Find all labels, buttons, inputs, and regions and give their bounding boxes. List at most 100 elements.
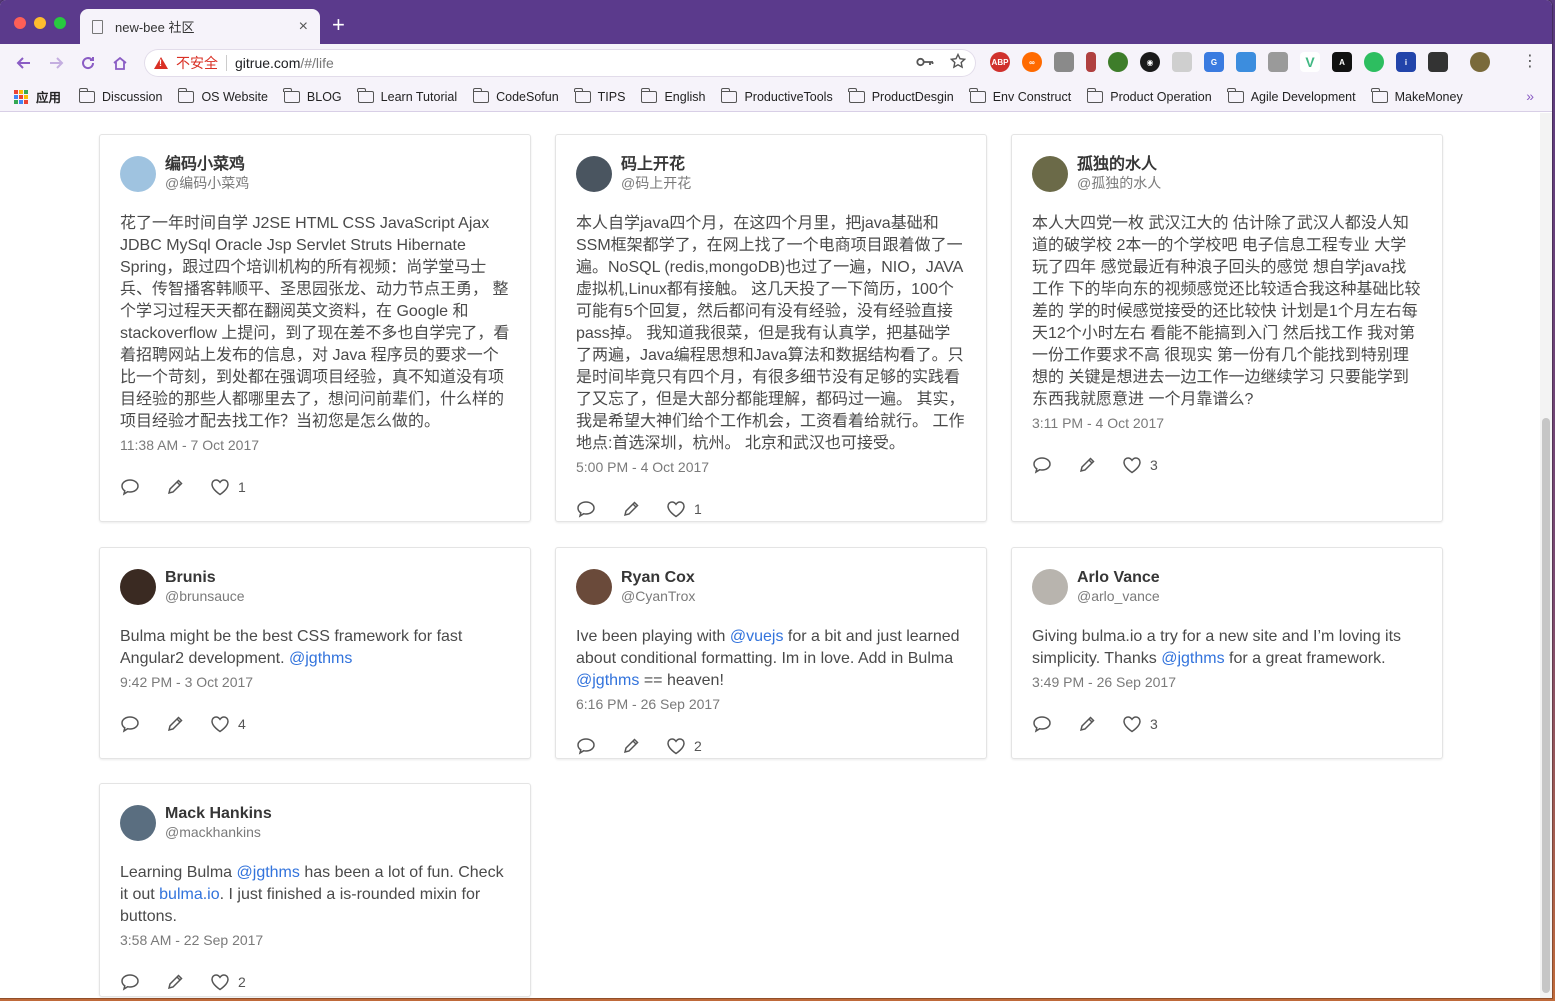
- avatar[interactable]: [576, 156, 612, 192]
- author-name[interactable]: 编码小菜鸡: [165, 155, 249, 174]
- bookmark-folder[interactable]: TIPS: [574, 87, 625, 104]
- reply-icon[interactable]: [576, 736, 596, 756]
- forward-button[interactable]: [40, 47, 72, 79]
- key-icon[interactable]: [916, 55, 934, 72]
- evernote-icon[interactable]: [1364, 52, 1384, 72]
- abp-icon[interactable]: ABP: [990, 52, 1010, 72]
- author-handle[interactable]: @brunsauce: [165, 587, 245, 605]
- avatar[interactable]: [120, 805, 156, 841]
- author-handle[interactable]: @编码小菜鸡: [165, 174, 249, 192]
- reply-icon[interactable]: [576, 499, 596, 519]
- like-button[interactable]: 1: [666, 500, 702, 518]
- bookmark-folder[interactable]: English: [640, 87, 705, 104]
- author-handle[interactable]: @CyanTrox: [621, 587, 695, 605]
- puzzle-icon[interactable]: [1054, 52, 1074, 72]
- bookmark-folder[interactable]: Agile Development: [1227, 87, 1356, 104]
- like-button[interactable]: 1: [210, 478, 246, 496]
- like-button[interactable]: 2: [210, 973, 246, 991]
- insecure-label[interactable]: 不安全: [176, 53, 218, 73]
- author-name[interactable]: 孤独的水人: [1077, 155, 1161, 174]
- edit-icon[interactable]: [165, 972, 185, 992]
- code-icon[interactable]: [1428, 52, 1448, 72]
- like-button[interactable]: 4: [210, 715, 246, 733]
- address-bar[interactable]: 不安全 gitrue.com /#/life: [144, 49, 976, 77]
- bookmark-folder[interactable]: BLOG: [283, 87, 342, 104]
- like-button[interactable]: 3: [1122, 715, 1158, 733]
- like-button[interactable]: 2: [666, 737, 702, 755]
- mention-link[interactable]: @vuejs: [730, 628, 784, 645]
- apps-shortcut[interactable]: 应用: [14, 87, 61, 106]
- avatar[interactable]: [1032, 156, 1068, 192]
- minimize-window-button[interactable]: [34, 17, 46, 29]
- bookmark-folder[interactable]: ProductDesgin: [848, 87, 954, 104]
- android-icon[interactable]: [1108, 52, 1128, 72]
- mention-link[interactable]: @jgthms: [1161, 650, 1224, 667]
- profile-avatar[interactable]: [1470, 52, 1490, 72]
- mention-link[interactable]: @jgthms: [576, 672, 639, 689]
- reply-icon[interactable]: [120, 972, 140, 992]
- like-button[interactable]: 3: [1122, 456, 1158, 474]
- author-name[interactable]: Ryan Cox: [621, 568, 695, 587]
- bookmark-folder[interactable]: Env Construct: [969, 87, 1071, 104]
- mention-link[interactable]: bulma.io: [159, 886, 219, 903]
- bookmark-folder[interactable]: Learn Tutorial: [357, 87, 457, 104]
- new-tab-button[interactable]: +: [332, 14, 345, 36]
- scrollbar[interactable]: [1540, 113, 1552, 998]
- inbox-icon[interactable]: [1268, 52, 1288, 72]
- bookmark-folder[interactable]: Discussion: [78, 87, 162, 104]
- bookmarks-bar: 应用 Discussion OS Website BLOG Learn Tutoria…: [0, 82, 1552, 112]
- doc-icon[interactable]: [1236, 52, 1256, 72]
- avatar[interactable]: [120, 569, 156, 605]
- active-tab[interactable]: new-bee 社区 ×: [80, 9, 320, 44]
- post-header: Brunis @brunsauce: [120, 568, 510, 616]
- edit-icon[interactable]: [1077, 455, 1097, 475]
- author-handle[interactable]: @孤独的水人: [1077, 174, 1161, 192]
- reply-icon[interactable]: [120, 714, 140, 734]
- avatar[interactable]: [1032, 569, 1068, 605]
- reply-icon[interactable]: [1032, 714, 1052, 734]
- more-bookmarks-icon[interactable]: »: [1526, 88, 1534, 104]
- close-window-button[interactable]: [14, 17, 26, 29]
- mention-link[interactable]: @jgthms: [289, 650, 352, 667]
- reload-button[interactable]: [72, 47, 104, 79]
- edit-icon[interactable]: [165, 477, 185, 497]
- scrollbar-thumb[interactable]: [1542, 418, 1550, 993]
- edit-icon[interactable]: [621, 736, 641, 756]
- mail-icon[interactable]: [1172, 52, 1192, 72]
- author-handle[interactable]: @码上开花: [621, 174, 691, 192]
- crossed-icon[interactable]: [1086, 52, 1096, 72]
- vue-devtools-icon[interactable]: V: [1300, 52, 1320, 72]
- avatar[interactable]: [120, 156, 156, 192]
- maximize-window-button[interactable]: [54, 17, 66, 29]
- heart-icon: [1122, 456, 1142, 474]
- bookmark-folder[interactable]: CodeSofun: [472, 87, 559, 104]
- info-icon[interactable]: i: [1396, 52, 1416, 72]
- author-handle[interactable]: @arlo_vance: [1077, 587, 1160, 605]
- author-name[interactable]: Brunis: [165, 568, 245, 587]
- author-name[interactable]: Mack Hankins: [165, 804, 272, 823]
- avatar[interactable]: [576, 569, 612, 605]
- bookmark-star-icon[interactable]: [949, 52, 967, 73]
- author-name[interactable]: 码上开花: [621, 155, 691, 174]
- reply-icon[interactable]: [1032, 455, 1052, 475]
- eye-icon[interactable]: ◉: [1140, 52, 1160, 72]
- home-button[interactable]: [104, 47, 136, 79]
- bookmark-folder[interactable]: ProductiveTools: [720, 87, 833, 104]
- author-name[interactable]: Arlo Vance: [1077, 568, 1160, 587]
- reply-icon[interactable]: [120, 477, 140, 497]
- translate-icon[interactable]: G: [1204, 52, 1224, 72]
- bookmark-folder[interactable]: OS Website: [177, 87, 268, 104]
- mention-link[interactable]: @jgthms: [237, 864, 300, 881]
- edit-icon[interactable]: [621, 499, 641, 519]
- edit-icon[interactable]: [165, 714, 185, 734]
- infinity-icon[interactable]: ∞: [1022, 52, 1042, 72]
- bookmark-folder[interactable]: MakeMoney: [1371, 87, 1463, 104]
- author-handle[interactable]: @mackhankins: [165, 823, 272, 841]
- like-count: 4: [238, 716, 246, 732]
- back-button[interactable]: [8, 47, 40, 79]
- edit-icon[interactable]: [1077, 714, 1097, 734]
- close-tab-icon[interactable]: ×: [299, 18, 308, 36]
- browser-menu-icon[interactable]: ⋮: [1522, 54, 1538, 70]
- antd-icon[interactable]: A: [1332, 52, 1352, 72]
- bookmark-folder[interactable]: Product Operation: [1086, 87, 1212, 104]
